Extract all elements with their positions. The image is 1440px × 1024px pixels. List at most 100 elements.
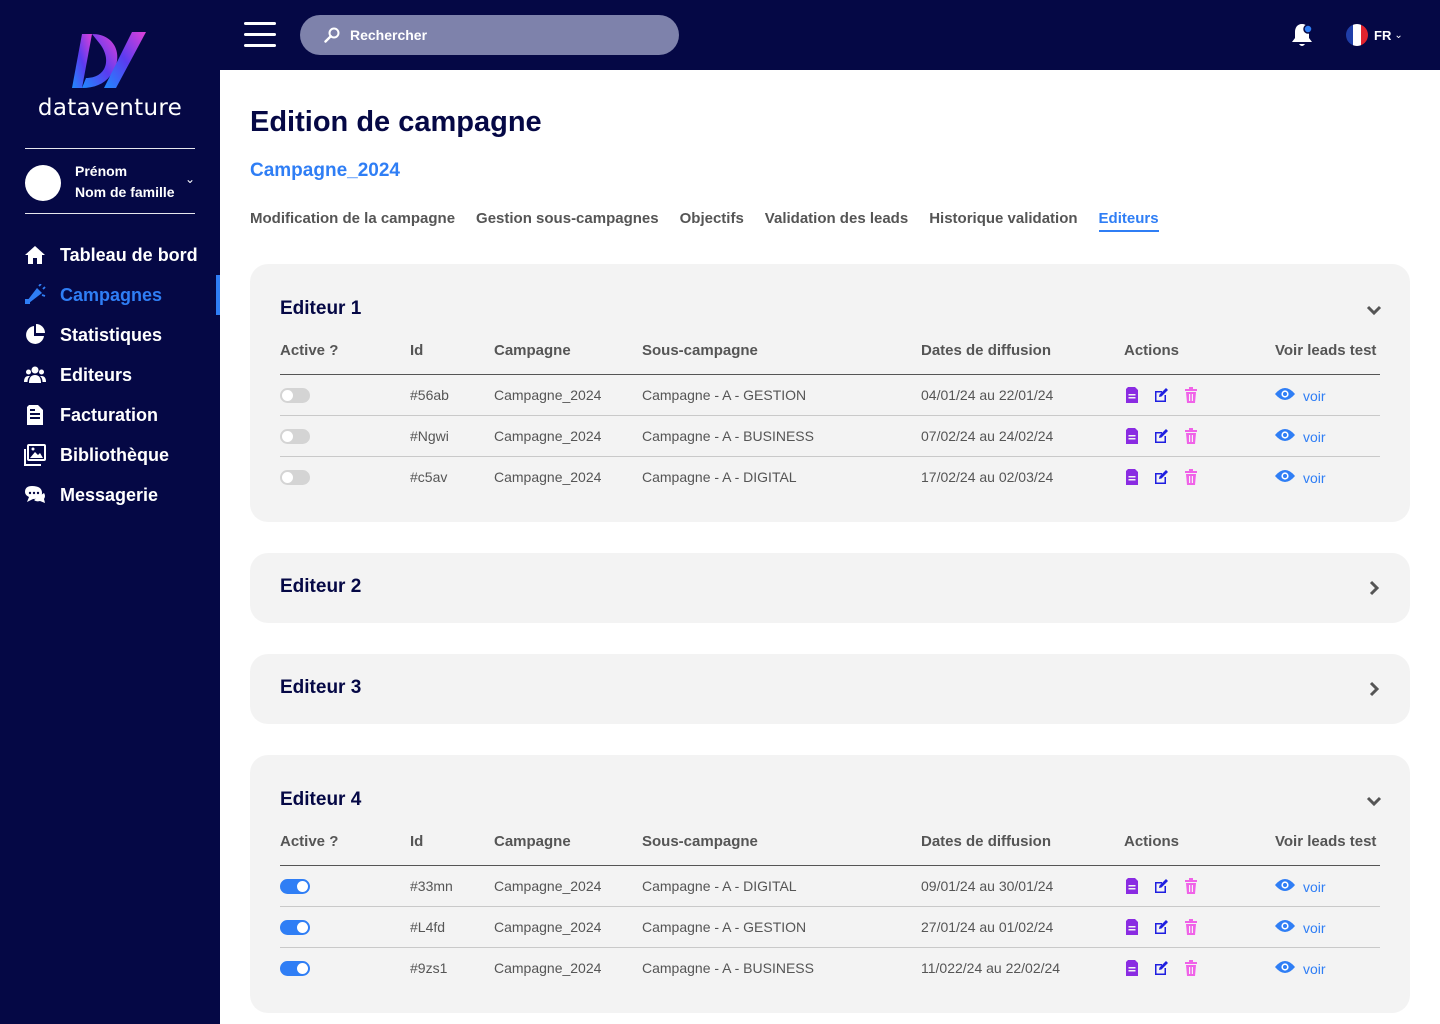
sidebar-item-biblioth-que[interactable]: Bibliothèque <box>0 435 220 475</box>
view-leads-link[interactable]: voir <box>1275 428 1326 445</box>
search-input[interactable] <box>350 27 650 43</box>
row-campaign: Campagne_2024 <box>494 960 602 976</box>
language-code: FR <box>1374 27 1392 43</box>
trash-icon[interactable] <box>1183 919 1199 935</box>
chevron-down-icon: ⌄ <box>1394 29 1403 41</box>
eye-icon <box>1275 919 1295 936</box>
column-header-dates: Dates de diffusion <box>921 342 1052 359</box>
sidebar-item-statistiques[interactable]: Statistiques <box>0 315 220 355</box>
user-menu[interactable]: Prénom Nom de famille ⌄ <box>25 160 200 205</box>
row-dates: 27/01/24 au 01/02/24 <box>921 919 1054 935</box>
document-icon[interactable] <box>1124 919 1140 935</box>
row-id: #33mn <box>410 878 453 894</box>
edit-icon[interactable] <box>1153 469 1169 485</box>
editor-title[interactable]: Editeur 4 <box>280 789 361 811</box>
row-campaign: Campagne_2024 <box>494 469 602 485</box>
view-leads-link[interactable]: voir <box>1275 387 1326 404</box>
sidebar-item-editeurs[interactable]: Editeurs <box>0 355 220 395</box>
editor-table: Active ? Id Campagne Sous-campagne Dates de … <box>280 342 1380 498</box>
tab-1[interactable]: Gestion sous-campagnes <box>476 210 659 232</box>
table-row: #c5av Campagne_2024 Campagne - A - DIGIT… <box>280 457 1380 498</box>
editor-title[interactable]: Editeur 1 <box>280 298 361 320</box>
edit-icon[interactable] <box>1153 428 1169 444</box>
eye-icon <box>1275 387 1295 404</box>
trash-icon[interactable] <box>1183 878 1199 894</box>
row-subcampaign: Campagne - A - DIGITAL <box>642 469 797 485</box>
pie-chart-icon <box>24 324 46 346</box>
view-leads-label: voir <box>1303 960 1326 977</box>
editor-card: Editeur 2 <box>250 553 1410 623</box>
trash-icon[interactable] <box>1183 387 1199 403</box>
tab-0[interactable]: Modification de la campagne <box>250 210 455 232</box>
view-leads-link[interactable]: voir <box>1275 919 1326 936</box>
table-row: #56ab Campagne_2024 Campagne - A - GESTI… <box>280 375 1380 416</box>
view-leads-label: voir <box>1303 919 1326 936</box>
chevron-right-icon[interactable] <box>1366 580 1382 596</box>
row-id: #L4fd <box>410 919 446 935</box>
language-selector[interactable]: FR ⌄ <box>1346 22 1403 48</box>
sidebar-item-facturation[interactable]: Facturation <box>0 395 220 435</box>
edit-icon[interactable] <box>1153 387 1169 403</box>
column-header-active: Active ? <box>280 833 339 850</box>
column-header-id: Id <box>410 342 424 359</box>
view-leads-link[interactable]: voir <box>1275 878 1326 895</box>
column-header-campaign: Campagne <box>494 342 571 359</box>
chevron-down-icon[interactable]: ⌄ <box>185 172 195 186</box>
menu-icon[interactable] <box>244 22 276 48</box>
column-header-actions: Actions <box>1124 342 1180 359</box>
sidebar-item-label: Editeurs <box>60 364 133 385</box>
trash-icon[interactable] <box>1183 960 1199 976</box>
document-icon[interactable] <box>1124 428 1140 444</box>
edit-icon[interactable] <box>1153 960 1169 976</box>
active-toggle[interactable] <box>280 920 310 935</box>
table-header: Active ? Id Campagne Sous-campagne Dates de … <box>280 833 1380 866</box>
sidebar-item-tableau-de-bord[interactable]: Tableau de bord <box>0 235 220 275</box>
bell-icon[interactable] <box>1290 22 1314 48</box>
sidebar-item-label: Facturation <box>60 404 159 425</box>
document-icon[interactable] <box>1124 387 1140 403</box>
document-icon[interactable] <box>1124 878 1140 894</box>
sidebar-item-label: Statistiques <box>60 324 163 345</box>
view-leads-link[interactable]: voir <box>1275 960 1326 977</box>
active-toggle[interactable] <box>280 388 310 403</box>
sidebar: dataventure Prénom Nom de famille ⌄ Tabl… <box>0 0 220 1024</box>
row-dates: 07/02/24 au 24/02/24 <box>921 428 1054 444</box>
editor-title[interactable]: Editeur 2 <box>280 576 361 598</box>
home-icon <box>24 244 46 266</box>
chevron-down-icon[interactable] <box>1366 793 1382 809</box>
edit-icon[interactable] <box>1153 878 1169 894</box>
sidebar-item-messagerie[interactable]: Messagerie <box>0 475 220 515</box>
document-icon[interactable] <box>1124 469 1140 485</box>
trash-icon[interactable] <box>1183 428 1199 444</box>
sidebar-item-label: Campagnes <box>60 284 163 305</box>
active-toggle[interactable] <box>280 470 310 485</box>
column-header-dates: Dates de diffusion <box>921 833 1052 850</box>
logo[interactable]: dataventure <box>0 28 220 123</box>
sidebar-item-campagnes[interactable]: Campagnes <box>0 275 220 315</box>
row-subcampaign: Campagne - A - DIGITAL <box>642 878 797 894</box>
trash-icon[interactable] <box>1183 469 1199 485</box>
column-header-subcampaign: Sous-campagne <box>642 342 758 359</box>
view-leads-link[interactable]: voir <box>1275 469 1326 486</box>
edit-icon[interactable] <box>1153 919 1169 935</box>
document-icon[interactable] <box>1124 960 1140 976</box>
sidebar-item-label: Bibliothèque <box>60 444 169 465</box>
tab-5[interactable]: Editeurs <box>1098 210 1159 232</box>
tab-2[interactable]: Objectifs <box>680 210 744 232</box>
user-last-name: Nom de famille <box>75 184 175 200</box>
active-toggle[interactable] <box>280 961 310 976</box>
row-campaign: Campagne_2024 <box>494 428 602 444</box>
tab-3[interactable]: Validation des leads <box>765 210 908 232</box>
row-id: #9zs1 <box>410 960 448 976</box>
chevron-right-icon[interactable] <box>1366 681 1382 697</box>
editor-title[interactable]: Editeur 3 <box>280 677 361 699</box>
search-bar[interactable] <box>300 15 679 55</box>
row-id: #56ab <box>410 387 449 403</box>
sidebar-nav: Tableau de bord Campagnes Statistiques Edit… <box>0 235 220 515</box>
tab-4[interactable]: Historique validation <box>929 210 1077 232</box>
chat-icon <box>24 484 46 506</box>
chevron-down-icon[interactable] <box>1366 302 1382 318</box>
active-toggle[interactable] <box>280 429 310 444</box>
column-header-leads: Voir leads test <box>1275 833 1377 850</box>
active-toggle[interactable] <box>280 879 310 894</box>
